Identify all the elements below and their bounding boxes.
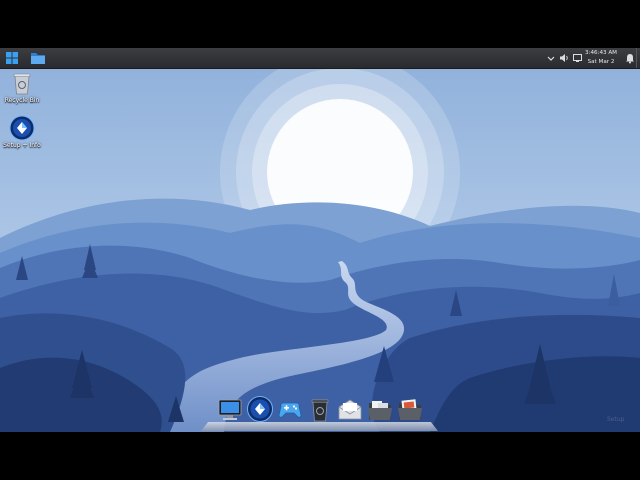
start-button[interactable] xyxy=(3,50,21,66)
recycle-bin-icon xyxy=(13,73,31,95)
dock xyxy=(201,393,438,431)
clock-time: 3:46:43 AM xyxy=(585,50,617,56)
desktop-screen: 3:46:43 AM Sat Mar 2 Recycle Bin Setup +… xyxy=(0,48,640,432)
taskbar: 3:46:43 AM Sat Mar 2 xyxy=(0,48,640,69)
clock-date: Sat Mar 2 xyxy=(587,58,615,65)
file-explorer-button[interactable] xyxy=(29,50,47,66)
bottom-letterbox xyxy=(0,432,640,480)
dock-shelf xyxy=(201,422,438,431)
mountain-wallpaper xyxy=(0,48,640,432)
recycle-bin-icon[interactable] xyxy=(306,395,334,423)
folder-icon xyxy=(31,53,45,64)
volume-icon[interactable] xyxy=(559,52,570,64)
setup-orb-icon xyxy=(9,115,35,141)
windows-logo-icon xyxy=(6,52,18,64)
documents-folder-icon[interactable] xyxy=(366,395,394,423)
watermark-text: Setup xyxy=(607,416,625,423)
notification-icon[interactable] xyxy=(625,52,635,64)
setup-orb-icon[interactable] xyxy=(246,395,274,423)
desktop-icon-label: Recycle Bin xyxy=(4,97,40,104)
desktop-icon-label: Setup + Info xyxy=(3,142,41,149)
desktop-icon-setup-info[interactable]: Setup + Info xyxy=(0,115,44,149)
mail-icon[interactable] xyxy=(336,395,364,423)
computer-icon[interactable] xyxy=(216,395,244,423)
pictures-folder-icon[interactable] xyxy=(396,395,424,423)
show-desktop-button[interactable] xyxy=(636,48,640,68)
gamepad-icon[interactable] xyxy=(276,395,304,423)
top-letterbox xyxy=(0,0,640,48)
desktop-icon-recycle-bin[interactable]: Recycle Bin xyxy=(0,70,44,104)
chevron-up-icon[interactable] xyxy=(547,52,555,64)
taskbar-clock[interactable]: 3:46:43 AM Sat Mar 2 xyxy=(581,49,621,67)
system-tray: 3:46:43 AM Sat Mar 2 xyxy=(545,48,640,68)
